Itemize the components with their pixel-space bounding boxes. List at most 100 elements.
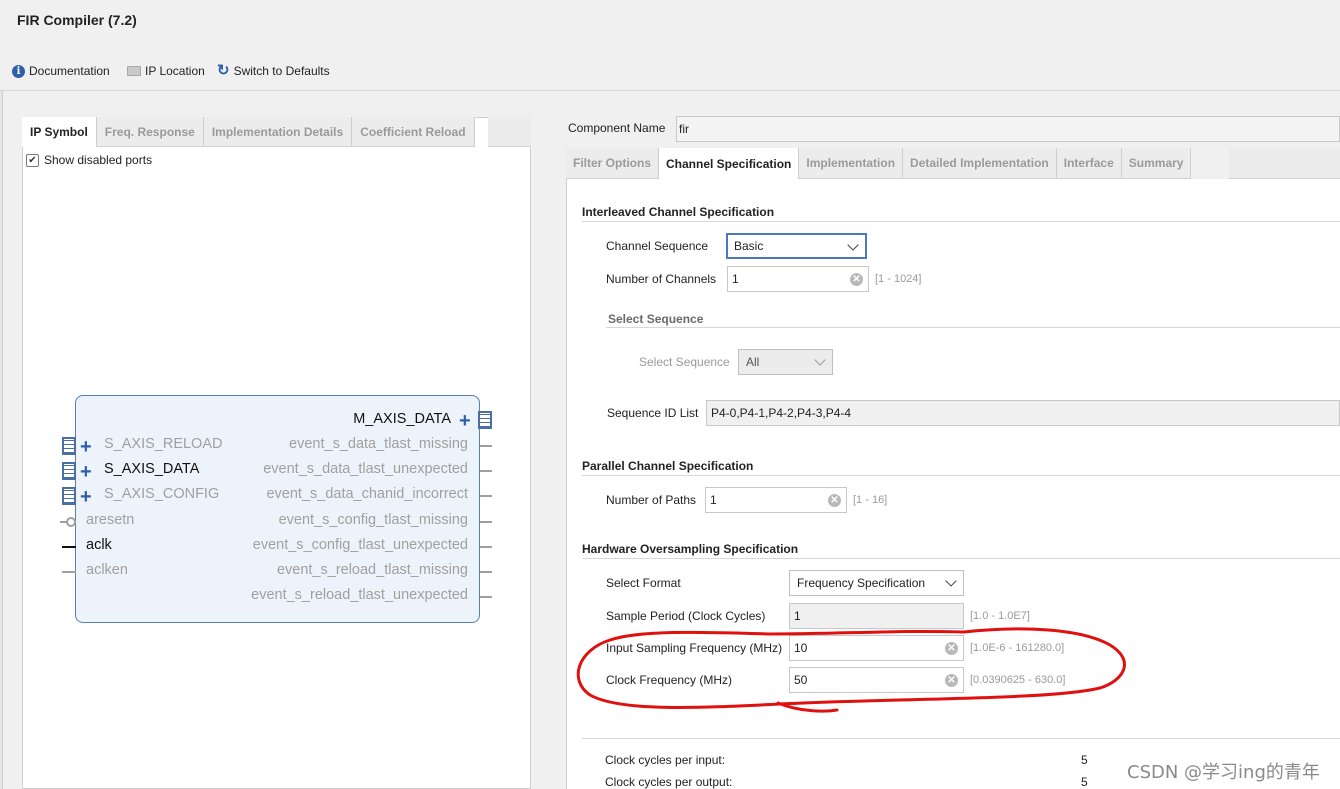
output-bus-label: M_AXIS_DATA: [353, 411, 451, 427]
summary-label: Clock cycles per input:: [605, 753, 726, 767]
num-paths-value: 1: [710, 493, 717, 507]
watermark: CSDN @学习ing的青年: [1127, 762, 1320, 783]
active-low-pin-icon: [66, 517, 76, 527]
component-name-label: Component Name: [568, 121, 666, 135]
port-aresetn: aresetn: [86, 512, 135, 528]
tab-coefficient-reload[interactable]: Coefficient Reload: [352, 117, 475, 147]
bus-plus-icon: +: [80, 461, 92, 483]
sequence-id-list-label: Sequence ID List: [607, 406, 699, 420]
window-title: FIR Compiler (7.2): [17, 12, 137, 28]
tab-filter-options[interactable]: Filter Options: [566, 148, 659, 179]
section-divider: [582, 221, 1340, 222]
summary-value: 5: [1081, 775, 1088, 789]
tab-detailed-implementation[interactable]: Detailed Implementation: [903, 148, 1057, 179]
refresh-icon: ↻: [217, 62, 230, 79]
port-output: event_s_reload_tlast_missing: [276, 562, 468, 578]
tab-interface[interactable]: Interface: [1056, 148, 1122, 179]
tab-summary[interactable]: Summary: [1121, 148, 1192, 179]
summary-value: 5: [1081, 753, 1088, 767]
bus-stack-icon: [62, 437, 76, 455]
ip-location-button[interactable]: IP Location: [127, 64, 205, 78]
info-icon: i: [12, 64, 25, 78]
tab-freq-response[interactable]: Freq. Response: [96, 117, 204, 147]
documentation-button[interactable]: i Documentation: [12, 64, 110, 78]
port-aclken: aclken: [86, 562, 128, 578]
right-tab-bar: Filter Options Channel Specification Imp…: [566, 148, 1192, 179]
component-name-input[interactable]: fir: [676, 116, 1340, 142]
port-output: event_s_config_tlast_missing: [278, 512, 468, 528]
show-disabled-ports-checkbox[interactable]: ✔ Show disabled ports: [26, 153, 152, 167]
select-sequence-value: All: [746, 355, 760, 369]
summary-label: Clock cycles per output:: [605, 775, 733, 789]
left-tab-bar: IP Symbol Freq. Response Implementation …: [22, 117, 475, 147]
select-format-label: Select Format: [606, 576, 681, 590]
num-paths-range: [1 - 16]: [853, 494, 888, 506]
port-aclk: aclk: [86, 537, 112, 553]
clear-icon[interactable]: ✕: [850, 273, 863, 286]
port-output: event_s_reload_tlast_unexpected: [251, 587, 468, 603]
tab-channel-specification[interactable]: Channel Specification: [659, 148, 800, 179]
bus-stack-icon: [62, 487, 76, 505]
sequence-id-list-input[interactable]: P4-0,P4-1,P4-2,P4-3,P4-4: [706, 400, 1340, 426]
section-divider: [582, 738, 1340, 739]
channel-sequence-value: Basic: [734, 239, 764, 253]
tab-implementation-details[interactable]: Implementation Details: [203, 117, 353, 147]
pin-line: [62, 571, 76, 573]
input-freq-input[interactable]: 10 ✕: [789, 635, 964, 661]
section-hardware-title: Hardware Oversampling Specification: [582, 542, 799, 556]
num-channels-value: 1: [732, 272, 739, 286]
pin-line: [480, 470, 492, 472]
port-output: event_s_data_chanid_incorrect: [266, 486, 468, 502]
tab-implementation[interactable]: Implementation: [799, 148, 904, 179]
chevron-down-icon: [814, 354, 826, 366]
num-channels-range: [1 - 1024]: [875, 273, 922, 285]
section-interleaved-title: Interleaved Channel Specification: [582, 205, 775, 219]
clear-icon[interactable]: ✕: [828, 494, 841, 507]
tab-ip-symbol[interactable]: IP Symbol: [22, 117, 97, 147]
port-s-axis-reload: S_AXIS_RELOAD: [104, 436, 223, 452]
port-output: event_s_config_tlast_unexpected: [252, 537, 468, 553]
input-freq-value: 10: [794, 641, 808, 655]
num-paths-label: Number of Paths: [606, 493, 697, 507]
select-sequence-select[interactable]: All: [738, 349, 833, 375]
pin-line: [480, 596, 492, 598]
folder-icon: [127, 66, 141, 76]
port-output: event_s_data_tlast_unexpected: [263, 461, 468, 477]
sample-period-input[interactable]: 1: [789, 603, 964, 629]
input-freq-range: [1.0E-6 - 161280.0]: [970, 642, 1065, 654]
select-format-select[interactable]: Frequency Specification: [789, 570, 964, 596]
clock-freq-input[interactable]: 50 ✕: [789, 667, 964, 693]
bus-plus-icon: +: [80, 486, 92, 508]
clear-icon[interactable]: ✕: [945, 642, 958, 655]
documentation-label: Documentation: [29, 64, 110, 78]
channel-sequence-label: Channel Sequence: [606, 239, 709, 253]
right-tab-bar-fill: [1229, 148, 1340, 179]
clear-icon[interactable]: ✕: [945, 674, 958, 687]
pin-line: [480, 521, 492, 523]
pin-line: [480, 546, 492, 548]
config-panel: [566, 179, 1340, 789]
pin-line: [480, 571, 492, 573]
header-divider: [0, 90, 1340, 91]
show-disabled-ports-label: Show disabled ports: [44, 153, 153, 167]
bus-plus-icon: +: [459, 410, 471, 432]
select-format-value: Frequency Specification: [797, 576, 926, 590]
channel-sequence-select[interactable]: Basic: [726, 233, 867, 259]
switch-defaults-button[interactable]: ↻ Switch to Defaults: [217, 62, 330, 79]
bus-stack-icon: [62, 462, 76, 480]
clock-freq-label: Clock Frequency (MHz): [606, 673, 733, 687]
num-channels-label: Number of Channels: [606, 272, 717, 286]
num-paths-input[interactable]: 1 ✕: [705, 487, 847, 513]
section-parallel-title: Parallel Channel Specification: [582, 459, 754, 473]
switch-defaults-label: Switch to Defaults: [233, 64, 330, 78]
port-s-axis-data: S_AXIS_DATA: [104, 461, 200, 477]
section-divider: [582, 558, 1340, 559]
clock-freq-range: [0.0390625 - 630.0]: [970, 674, 1066, 686]
pin-line: [480, 445, 492, 447]
num-channels-input[interactable]: 1 ✕: [727, 266, 869, 292]
bus-stack-icon: [478, 411, 492, 429]
clock-freq-value: 50: [794, 673, 808, 687]
sample-period-label: Sample Period (Clock Cycles): [606, 609, 766, 623]
pin-line: [62, 546, 76, 548]
ip-location-label: IP Location: [145, 64, 205, 78]
